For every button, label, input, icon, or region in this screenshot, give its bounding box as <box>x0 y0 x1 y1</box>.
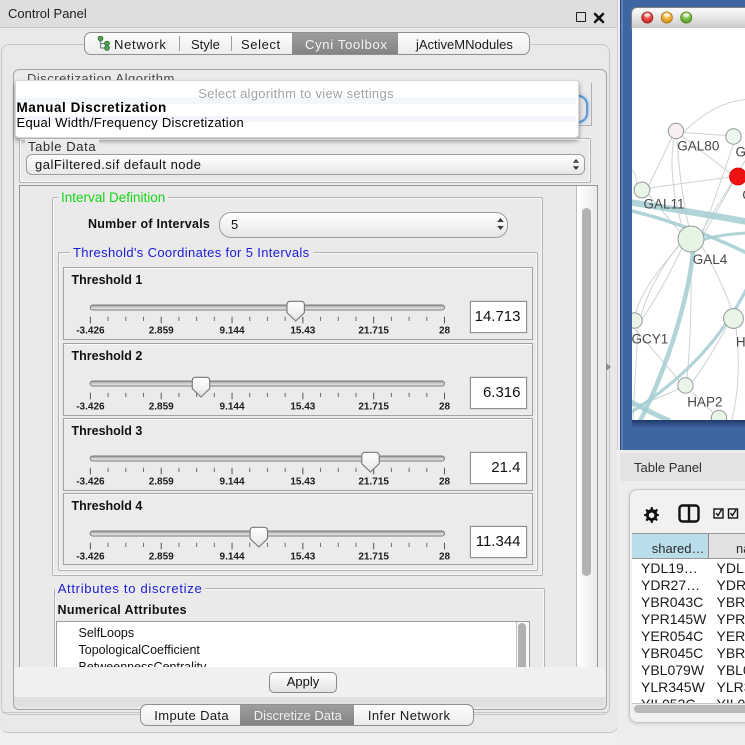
svg-text:28: 28 <box>439 325 451 336</box>
svg-text:2.859: 2.859 <box>149 551 174 562</box>
svg-text:-3.426: -3.426 <box>76 325 105 336</box>
svg-text:15.43: 15.43 <box>290 476 315 487</box>
svg-text:28: 28 <box>439 551 451 562</box>
svg-text:21.715: 21.715 <box>358 476 389 487</box>
svg-text:28: 28 <box>439 401 451 412</box>
svg-text:21.715: 21.715 <box>358 401 389 412</box>
svg-text:GAL4: GAL4 <box>692 252 727 267</box>
svg-text:GAL80: GAL80 <box>677 138 719 153</box>
svg-text:9.144: 9.144 <box>220 551 245 562</box>
svg-text:-3.426: -3.426 <box>76 551 105 562</box>
svg-text:21.715: 21.715 <box>358 551 389 562</box>
svg-text:9.144: 9.144 <box>220 476 245 487</box>
svg-text:GAL11: GAL11 <box>643 196 684 211</box>
svg-text:21.715: 21.715 <box>358 325 389 336</box>
svg-text:GAL2: GAL2 <box>735 144 745 159</box>
svg-text:GCY1: GCY1 <box>632 331 668 346</box>
svg-text:HAP1: HAP1 <box>735 334 745 349</box>
svg-text:28: 28 <box>439 476 451 487</box>
svg-text:2.859: 2.859 <box>149 401 174 412</box>
svg-text:15.43: 15.43 <box>290 401 315 412</box>
svg-text:9.144: 9.144 <box>220 325 245 336</box>
svg-text:HAP2: HAP2 <box>687 394 722 409</box>
svg-text:9.144: 9.144 <box>220 401 245 412</box>
svg-text:-3.426: -3.426 <box>76 476 105 487</box>
svg-text:15.43: 15.43 <box>290 325 315 336</box>
svg-text:15.43: 15.43 <box>290 551 315 562</box>
svg-text:2.859: 2.859 <box>149 476 174 487</box>
svg-text:2.859: 2.859 <box>149 325 174 336</box>
svg-text:-3.426: -3.426 <box>76 401 105 412</box>
